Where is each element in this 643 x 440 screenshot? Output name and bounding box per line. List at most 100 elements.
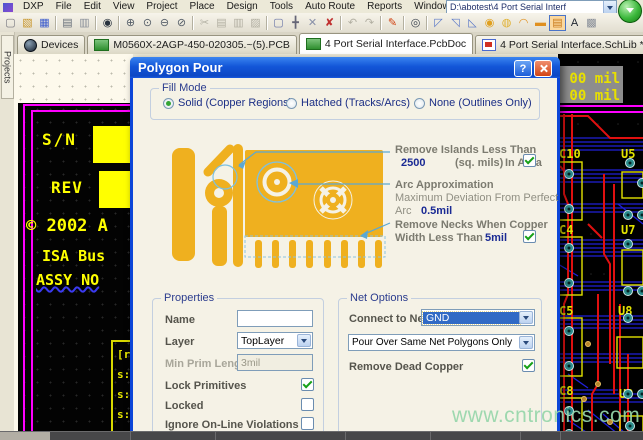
menu-project[interactable]: Project bbox=[140, 1, 183, 13]
place-fill-icon[interactable]: ▬ bbox=[532, 15, 549, 31]
chevron-down-icon[interactable] bbox=[519, 336, 533, 349]
pcb-board-left[interactable]: S/N REV © 2002 A ISA Bus ASSY NO [r s: s… bbox=[18, 103, 133, 440]
tab-pcb-file[interactable]: M0560X-2AGP-450-020305.~(5).PCB bbox=[87, 35, 297, 54]
print-icon[interactable]: ▤ bbox=[59, 15, 76, 31]
ref-des-u7: U7 bbox=[621, 223, 635, 237]
tab-devices[interactable]: Devices bbox=[17, 35, 85, 54]
tab-label: M0560X-2AGP-450-020305.~(5).PCB bbox=[113, 39, 290, 51]
layers-icon[interactable]: ◉ bbox=[99, 15, 116, 31]
save-icon[interactable]: ▦ bbox=[36, 15, 53, 31]
connect-to-net-select[interactable]: GND bbox=[421, 309, 535, 326]
radio-none[interactable]: None (Outlines Only) bbox=[414, 97, 532, 109]
tab-label: 4 Port Serial Interface.SchLib * bbox=[500, 39, 643, 51]
watermark-text: www.cntronics.com bbox=[452, 404, 640, 428]
silkscreen-copyright: © 2002 A bbox=[26, 216, 108, 236]
route-multi-icon[interactable]: ◹ bbox=[447, 15, 464, 31]
cut-icon[interactable]: ✂ bbox=[196, 15, 213, 31]
pcb-editor-left[interactable]: S/N REV © 2002 A ISA Bus ASSY NO [r s: s… bbox=[14, 54, 133, 440]
zoom-selection-icon[interactable]: ⊘ bbox=[173, 15, 190, 31]
radio-hatched[interactable]: Hatched (Tracks/Arcs) bbox=[286, 97, 410, 109]
new-document-icon[interactable]: ▢ bbox=[2, 15, 19, 31]
interactive-wiring-icon[interactable]: ✎ bbox=[384, 15, 401, 31]
place-component-icon[interactable]: ▩ bbox=[583, 15, 600, 31]
print-preview-icon[interactable]: ▥ bbox=[76, 15, 93, 31]
menu-file[interactable]: File bbox=[50, 1, 78, 13]
route-diff-icon[interactable]: ◺ bbox=[464, 15, 481, 31]
menu-reports[interactable]: Reports bbox=[361, 1, 408, 13]
zoom-out-icon[interactable]: ⊖ bbox=[156, 15, 173, 31]
document-path-combo[interactable]: D:\abotest\4 Port Serial Interf bbox=[446, 0, 617, 14]
ignore-violations-checkbox[interactable] bbox=[301, 417, 314, 430]
redo-icon[interactable]: ↷ bbox=[361, 15, 378, 31]
radio-solid[interactable]: Solid (Copper Regions) bbox=[163, 97, 292, 109]
document-path-text: D:\abotest\4 Port Serial Interf bbox=[450, 2, 566, 12]
silkscreen-rev-box bbox=[99, 171, 133, 208]
polygon-pour-icon[interactable]: ▤ bbox=[549, 15, 566, 31]
pcb-editor-right[interactable]: C10 U5 C4 U7 C5 U8 C8 U9 bbox=[558, 54, 643, 440]
arc-deviation-value[interactable]: 0.5mil bbox=[421, 205, 452, 217]
chevron-down-icon[interactable] bbox=[603, 1, 616, 13]
silkscreen-rev: REV bbox=[51, 178, 83, 197]
radio-icon[interactable] bbox=[163, 98, 174, 109]
chevron-down-icon[interactable] bbox=[519, 311, 533, 324]
menu-view[interactable]: View bbox=[107, 1, 141, 13]
tab-schlib[interactable]: 4 Port Serial Interface.SchLib * bbox=[475, 35, 643, 54]
menu-tools[interactable]: Tools bbox=[264, 1, 299, 13]
paste-icon[interactable]: ▥ bbox=[230, 15, 247, 31]
tab-pcbdoc-active[interactable]: 4 Port Serial Interface.PcbDoc bbox=[299, 33, 473, 54]
remove-dead-copper-checkbox[interactable] bbox=[522, 359, 535, 372]
lock-primitives-label: Lock Primitives bbox=[165, 380, 246, 392]
layer-select[interactable]: TopLayer bbox=[237, 332, 313, 349]
lock-primitives-checkbox[interactable] bbox=[301, 378, 314, 391]
place-string-icon[interactable]: A bbox=[566, 15, 583, 31]
close-button[interactable] bbox=[534, 60, 552, 77]
layer-label: Layer bbox=[165, 336, 194, 348]
locked-checkbox[interactable] bbox=[301, 398, 314, 411]
islands-units-label: (sq. mils) bbox=[455, 157, 503, 169]
menu-place[interactable]: Place bbox=[184, 1, 221, 13]
open-icon[interactable]: ▧ bbox=[19, 15, 36, 31]
pour-over-select[interactable]: Pour Over Same Net Polygons Only bbox=[348, 334, 535, 351]
move-icon[interactable]: ╋ bbox=[287, 15, 304, 31]
place-via-icon[interactable]: ◍ bbox=[498, 15, 515, 31]
place-arc-icon[interactable]: ◠ bbox=[515, 15, 532, 31]
route-track-icon[interactable]: ◸ bbox=[430, 15, 447, 31]
chevron-down-icon[interactable] bbox=[297, 334, 311, 347]
deselect-icon[interactable]: ✕ bbox=[304, 15, 321, 31]
radio-icon[interactable] bbox=[286, 98, 297, 109]
polygon-preview-image bbox=[168, 144, 400, 274]
zoom-area-icon[interactable]: ⊙ bbox=[139, 15, 156, 31]
name-input[interactable] bbox=[237, 310, 313, 327]
bottom-edge-band bbox=[0, 431, 643, 440]
menu-edit[interactable]: Edit bbox=[78, 1, 107, 13]
copy-icon[interactable]: ▤ bbox=[213, 15, 230, 31]
radio-icon[interactable] bbox=[414, 98, 425, 109]
undo-icon[interactable]: ↶ bbox=[344, 15, 361, 31]
place-pad-icon[interactable]: ◉ bbox=[481, 15, 498, 31]
bottom-divider bbox=[345, 432, 346, 440]
paste-array-icon[interactable]: ▨ bbox=[247, 15, 264, 31]
board-outline-line bbox=[23, 104, 133, 106]
zoom-document-icon[interactable]: ⊕ bbox=[122, 15, 139, 31]
radio-label: Hatched (Tracks/Arcs) bbox=[301, 97, 410, 109]
menu-design[interactable]: Design bbox=[221, 1, 264, 13]
remove-necks-checkbox[interactable] bbox=[523, 230, 536, 243]
ref-des-c5: C5 bbox=[559, 304, 573, 318]
menu-auto-route[interactable]: Auto Route bbox=[299, 1, 361, 13]
islands-area-value[interactable]: 2500 bbox=[401, 157, 425, 169]
pcb-canvas[interactable]: C10 U5 C4 U7 C5 U8 C8 U9 bbox=[558, 54, 643, 440]
menu-dxp[interactable]: DXP bbox=[17, 1, 50, 13]
dxp-sphere-icon[interactable] bbox=[618, 0, 642, 23]
pcb-doc-icon bbox=[94, 39, 109, 51]
projects-panel-tab[interactable]: Projects bbox=[1, 35, 14, 99]
remove-islands-checkbox[interactable] bbox=[523, 154, 536, 167]
dialog-title: Polygon Pour bbox=[138, 60, 223, 75]
find-icon[interactable]: ◎ bbox=[407, 15, 424, 31]
dialog-title-bar[interactable]: Polygon Pour bbox=[130, 57, 560, 78]
tab-label: 4 Port Serial Interface.PcbDoc bbox=[325, 38, 466, 50]
help-button[interactable]: ? bbox=[514, 60, 532, 77]
clear-filter-icon[interactable]: ✘ bbox=[321, 15, 338, 31]
necks-width-value[interactable]: 5mil bbox=[485, 232, 507, 244]
bottom-divider bbox=[130, 432, 131, 440]
select-area-icon[interactable]: ▢ bbox=[270, 15, 287, 31]
